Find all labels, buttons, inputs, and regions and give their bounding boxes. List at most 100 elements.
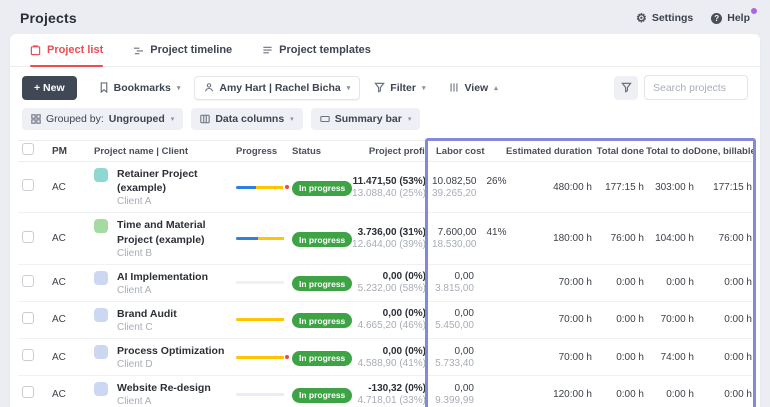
profit-main: 0,00 (0%) — [340, 271, 426, 282]
profit-main: 0,00 (0%) — [340, 308, 426, 319]
row-pm: AC — [44, 233, 94, 244]
project-name-link[interactable]: Retainer Project (example) — [117, 167, 236, 195]
row-checkbox[interactable] — [22, 349, 34, 361]
grouped-by-button[interactable]: Grouped by: Ungrouped ▾ — [22, 108, 183, 130]
project-name-link[interactable]: Process Optimization — [117, 344, 224, 358]
project-name-link[interactable]: AI Implementation — [117, 270, 208, 284]
col-header-estimated[interactable]: Estimated duration — [504, 146, 592, 157]
table-row[interactable]: AC Brand Audit Client C In progress 0,00… — [18, 302, 752, 339]
labor-cost-sub: 18.530,00 — [432, 239, 477, 250]
settings-button[interactable]: ⚙ Settings — [636, 12, 693, 24]
project-color-icon — [94, 382, 108, 396]
timeline-icon — [133, 45, 144, 56]
progress-bar — [236, 237, 284, 240]
col-header-total-done[interactable]: Total done — [592, 146, 644, 157]
tab-project-timeline[interactable]: Project timeline — [133, 34, 232, 66]
project-color-icon — [94, 345, 108, 359]
project-client: Client B — [117, 248, 236, 259]
row-checkbox[interactable] — [22, 179, 34, 191]
search-filter-button[interactable] — [614, 76, 638, 100]
total-done: 177:15 h — [592, 182, 644, 193]
profit-main: 0,00 (0%) — [340, 346, 426, 357]
done-billable: 0:00 h — [694, 314, 752, 325]
progress-bar — [236, 356, 284, 359]
total-to-do: 0:00 h — [644, 277, 694, 288]
new-button[interactable]: + New — [22, 76, 77, 100]
table-row[interactable]: AC AI Implementation Client A In progres… — [18, 265, 752, 302]
col-header-status[interactable]: Status — [292, 146, 340, 157]
tab-label: Project templates — [279, 44, 371, 56]
profit-sub: 5.232,00 (58%) — [340, 283, 426, 294]
tab-project-templates[interactable]: Project templates — [262, 34, 371, 66]
col-header-progress[interactable]: Progress — [236, 146, 292, 157]
total-to-do: 303:00 h — [644, 182, 694, 193]
project-color-icon — [94, 219, 108, 233]
profit-sub: 4.588,90 (41%) — [340, 358, 426, 369]
profit-main: 3.736,00 (31%) — [340, 227, 426, 238]
row-checkbox[interactable] — [22, 275, 34, 287]
clipboard-icon — [30, 45, 41, 56]
labor-cost-sub: 39.265,20 — [432, 188, 477, 199]
owner-filter-button[interactable]: Amy Hart | Rachel Bicha ▾ — [194, 76, 360, 100]
table-row[interactable]: AC Retainer Project (example) Client A I… — [18, 162, 752, 213]
tab-bar: Project list Project timeline Project te… — [10, 34, 760, 67]
labor-cost-pct — [474, 308, 504, 319]
row-pm: AC — [44, 389, 94, 400]
summary-bar-button[interactable]: Summary bar ▾ — [311, 108, 421, 130]
data-columns-button[interactable]: Data columns ▾ — [191, 108, 302, 130]
table-row[interactable]: AC Website Re-design Client A In progres… — [18, 376, 752, 407]
col-header-pm[interactable]: PM — [44, 146, 94, 157]
data-columns-label: Data columns — [215, 113, 284, 125]
labor-cost-pct: 41% — [477, 227, 507, 238]
chevron-down-icon: ▾ — [347, 84, 351, 92]
estimated-duration: 70:00 h — [504, 352, 592, 363]
table-row[interactable]: AC Process Optimization Client D In prog… — [18, 339, 752, 376]
col-header-total-to-do[interactable]: Total to do — [644, 146, 694, 157]
project-name-link[interactable]: Brand Audit — [117, 307, 177, 321]
search-input[interactable] — [644, 75, 748, 100]
help-button[interactable]: ? Help — [711, 12, 750, 24]
help-label: Help — [727, 12, 750, 24]
tab-project-list[interactable]: Project list — [30, 34, 103, 66]
labor-cost-main: 0,00 — [432, 346, 474, 357]
settings-label: Settings — [652, 12, 693, 24]
templates-icon — [262, 45, 273, 56]
labor-cost-main: 0,00 — [432, 308, 474, 319]
profit-sub: 13.088,40 (25%) — [340, 188, 426, 199]
done-billable: 177:15 h — [694, 182, 752, 193]
row-checkbox[interactable] — [22, 312, 34, 324]
project-name-link[interactable]: Time and Material Project (example) — [117, 218, 236, 246]
col-header-done-billable[interactable]: Done, billable — [694, 146, 752, 157]
col-header-profit[interactable]: Project profit — [340, 146, 428, 157]
chevron-up-icon: ▴ — [494, 84, 498, 92]
user-icon — [204, 82, 214, 93]
col-header-name[interactable]: Project name | Client — [94, 146, 236, 157]
profit-sub: 4.718,01 (33%) — [340, 395, 426, 406]
labor-cost-main: 7.600,00 — [432, 227, 477, 238]
labor-cost-main: 0,00 — [432, 383, 474, 394]
filter-funnel-icon — [374, 82, 385, 93]
estimated-duration: 480:00 h — [504, 182, 592, 193]
table-row[interactable]: AC Time and Material Project (example) C… — [18, 213, 752, 264]
select-all-checkbox[interactable] — [22, 143, 34, 155]
row-checkbox[interactable] — [22, 231, 34, 243]
page-header: Projects ⚙ Settings ? Help — [0, 0, 770, 34]
chevron-down-icon: ▾ — [171, 115, 175, 123]
project-color-icon — [94, 308, 108, 322]
project-client: Client A — [117, 285, 208, 296]
chevron-down-icon: ▾ — [422, 84, 426, 92]
row-checkbox[interactable] — [22, 386, 34, 398]
notification-dot — [751, 8, 757, 14]
total-to-do: 74:00 h — [644, 352, 694, 363]
progress-bar — [236, 281, 284, 284]
summary-bar-icon — [320, 114, 330, 124]
bookmark-icon — [99, 82, 109, 93]
estimated-duration: 120:00 h — [504, 389, 592, 400]
filter-button[interactable]: Filter ▾ — [364, 76, 435, 100]
project-name-link[interactable]: Website Re-design — [117, 381, 211, 395]
project-color-icon — [94, 271, 108, 285]
estimated-duration: 70:00 h — [504, 314, 592, 325]
view-button[interactable]: View ▴ — [439, 76, 507, 100]
bookmarks-button[interactable]: Bookmarks ▾ — [89, 76, 191, 100]
col-header-labor[interactable]: Labor cost — [428, 146, 504, 157]
